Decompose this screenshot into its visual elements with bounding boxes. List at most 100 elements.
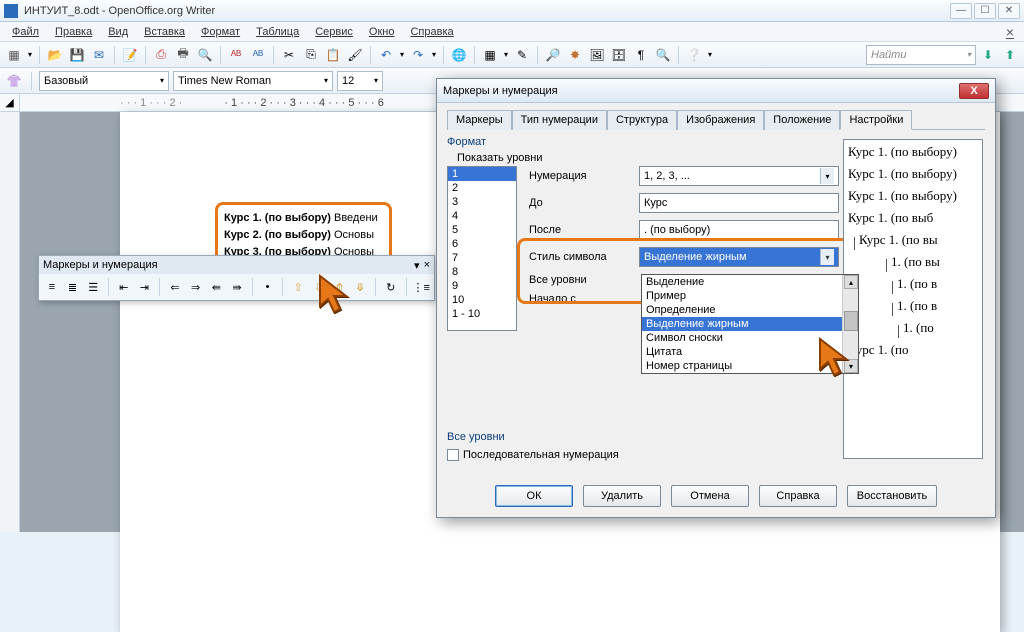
dropdown-item[interactable]: Определение	[642, 303, 858, 317]
table-arrow[interactable]: ▾	[502, 45, 510, 65]
menu-window[interactable]: Окно	[361, 24, 403, 40]
tab-outline[interactable]: Структура	[607, 110, 677, 130]
preview-button[interactable]: 🔍	[195, 45, 215, 65]
menu-help[interactable]: Справка	[402, 24, 461, 40]
document-close-button[interactable]: ×	[1000, 24, 1020, 40]
gallery-button[interactable]: 🖼	[587, 45, 607, 65]
no-number-icon[interactable]: •	[259, 277, 277, 297]
after-input[interactable]: . (по выбору)	[639, 220, 839, 240]
styles-button[interactable]: 👚	[4, 71, 24, 91]
print-button[interactable]: 🖶	[173, 45, 193, 65]
list-unordered-icon[interactable]: ≡	[43, 277, 61, 297]
scroll-down-icon[interactable]: ▾	[844, 359, 858, 373]
edit-mode-button[interactable]: 📝	[120, 45, 140, 65]
zoom-button[interactable]: 🔍	[653, 45, 673, 65]
find-input[interactable]: Найти▾	[866, 45, 976, 65]
floating-toolbar-close[interactable]: ×	[424, 259, 430, 272]
menu-format[interactable]: Формат	[193, 24, 248, 40]
undo-arrow[interactable]: ▾	[398, 45, 406, 65]
maximize-button[interactable]: ☐	[974, 3, 996, 19]
help-button[interactable]: Справка	[759, 485, 837, 507]
help-button[interactable]: ❔	[684, 45, 704, 65]
format-paint-button[interactable]: 🖌	[345, 45, 365, 65]
demote-sub-icon[interactable]: ⇛	[228, 277, 246, 297]
dropdown-item[interactable]: Пример	[642, 289, 858, 303]
demote-icon[interactable]: ⇒	[187, 277, 205, 297]
delete-button[interactable]: Удалить	[583, 485, 661, 507]
minimize-button[interactable]: —	[950, 3, 972, 19]
dialog-close-button[interactable]: X	[959, 83, 989, 99]
redo-arrow[interactable]: ▾	[430, 45, 438, 65]
hyperlink-button[interactable]: 🌐	[449, 45, 469, 65]
font-name-select[interactable]: Times New Roman▾	[173, 71, 333, 91]
promote-sub-icon[interactable]: ⇚	[207, 277, 225, 297]
tab-graphics[interactable]: Изображения	[677, 110, 764, 130]
open-button[interactable]: 📂	[45, 45, 65, 65]
dropdown-item[interactable]: Выделение	[642, 275, 858, 289]
list-ordered-icon[interactable]: ≣	[64, 277, 82, 297]
menu-edit[interactable]: Правка	[47, 24, 100, 40]
charstyle-dropdown[interactable]: Выделение Пример Определение Выделение ж…	[641, 274, 859, 374]
nonprint-button[interactable]: ¶	[631, 45, 651, 65]
indent-decrease-icon[interactable]: ⇤	[115, 277, 133, 297]
bullets-dialog-icon[interactable]: ⋮≡	[412, 277, 430, 297]
autospell-button[interactable]: ᴬᴮ	[248, 45, 268, 65]
move-up-sub-icon[interactable]: ⤊	[331, 277, 349, 297]
move-down-icon[interactable]: ⇩	[310, 277, 328, 297]
before-input[interactable]: Курс	[639, 193, 839, 213]
tab-numbering-type[interactable]: Тип нумерации	[512, 110, 607, 130]
mail-button[interactable]: ✉	[89, 45, 109, 65]
list-none-icon[interactable]: ☰	[84, 277, 102, 297]
navigator-button[interactable]: ✸	[565, 45, 585, 65]
reset-button[interactable]: Восстановить	[847, 485, 937, 507]
tab-bullets[interactable]: Маркеры	[447, 110, 512, 130]
scroll-thumb[interactable]	[844, 311, 858, 331]
table-insert-button[interactable]: ▦	[480, 45, 500, 65]
dropdown-item[interactable]: Символ сноски	[642, 331, 858, 345]
vertical-ruler[interactable]	[0, 112, 20, 532]
pdf-export-button[interactable]: ⎙	[151, 45, 171, 65]
restart-numbering-icon[interactable]: ↻	[382, 277, 400, 297]
find-next-button[interactable]: ⬇	[978, 45, 998, 65]
menu-view[interactable]: Вид	[100, 24, 136, 40]
menu-file[interactable]: Файл	[4, 24, 47, 40]
ok-button[interactable]: ОК	[495, 485, 573, 507]
menu-tools[interactable]: Сервис	[307, 24, 361, 40]
undo-button[interactable]: ↶	[376, 45, 396, 65]
tab-options[interactable]: Настройки	[840, 110, 912, 130]
dropdown-item[interactable]: Номер страницы	[642, 359, 858, 373]
dialog-titlebar[interactable]: Маркеры и нумерация X	[437, 79, 995, 103]
menu-insert[interactable]: Вставка	[136, 24, 193, 40]
cancel-button[interactable]: Отмена	[671, 485, 749, 507]
font-size-select[interactable]: 12▾	[337, 71, 383, 91]
tab-position[interactable]: Положение	[764, 110, 840, 130]
dropdown-item[interactable]: Цитата	[642, 345, 858, 359]
find-prev-button[interactable]: ⬆	[1000, 45, 1020, 65]
promote-icon[interactable]: ⇐	[166, 277, 184, 297]
help-arrow[interactable]: ▾	[706, 45, 714, 65]
new-arrow[interactable]: ▾	[26, 45, 34, 65]
menu-table[interactable]: Таблица	[248, 24, 307, 40]
move-down-sub-icon[interactable]: ⤋	[351, 277, 369, 297]
datasource-button[interactable]: 🗄	[609, 45, 629, 65]
floating-toolbar-titlebar[interactable]: Маркеры и нумерация ▾×	[39, 256, 434, 274]
copy-button[interactable]: ⎘	[301, 45, 321, 65]
levels-listbox[interactable]: 1 2 3 4 5 6 7 8 9 10 1 - 10	[447, 166, 517, 331]
move-up-icon[interactable]: ⇧	[289, 277, 307, 297]
find-button[interactable]: 🔎	[543, 45, 563, 65]
indent-increase-icon[interactable]: ⇥	[136, 277, 154, 297]
floating-toolbar-pin[interactable]: ▾	[414, 259, 420, 272]
redo-button[interactable]: ↷	[408, 45, 428, 65]
numbering-select[interactable]: 1, 2, 3, ...▾	[639, 166, 839, 186]
cut-button[interactable]: ✂	[279, 45, 299, 65]
dropdown-item[interactable]: Выделение жирным	[642, 317, 858, 331]
close-button[interactable]: ✕	[998, 3, 1020, 19]
scroll-up-icon[interactable]: ▴	[844, 275, 858, 289]
new-doc-button[interactable]: ▦	[4, 45, 24, 65]
show-draw-button[interactable]: ✎	[512, 45, 532, 65]
dropdown-scrollbar[interactable]: ▴ ▾	[842, 275, 858, 373]
spellcheck-button[interactable]: ᴬᴮ	[226, 45, 246, 65]
paragraph-style-select[interactable]: Базовый▾	[39, 71, 169, 91]
save-button[interactable]: 💾	[67, 45, 87, 65]
paste-button[interactable]: 📋	[323, 45, 343, 65]
